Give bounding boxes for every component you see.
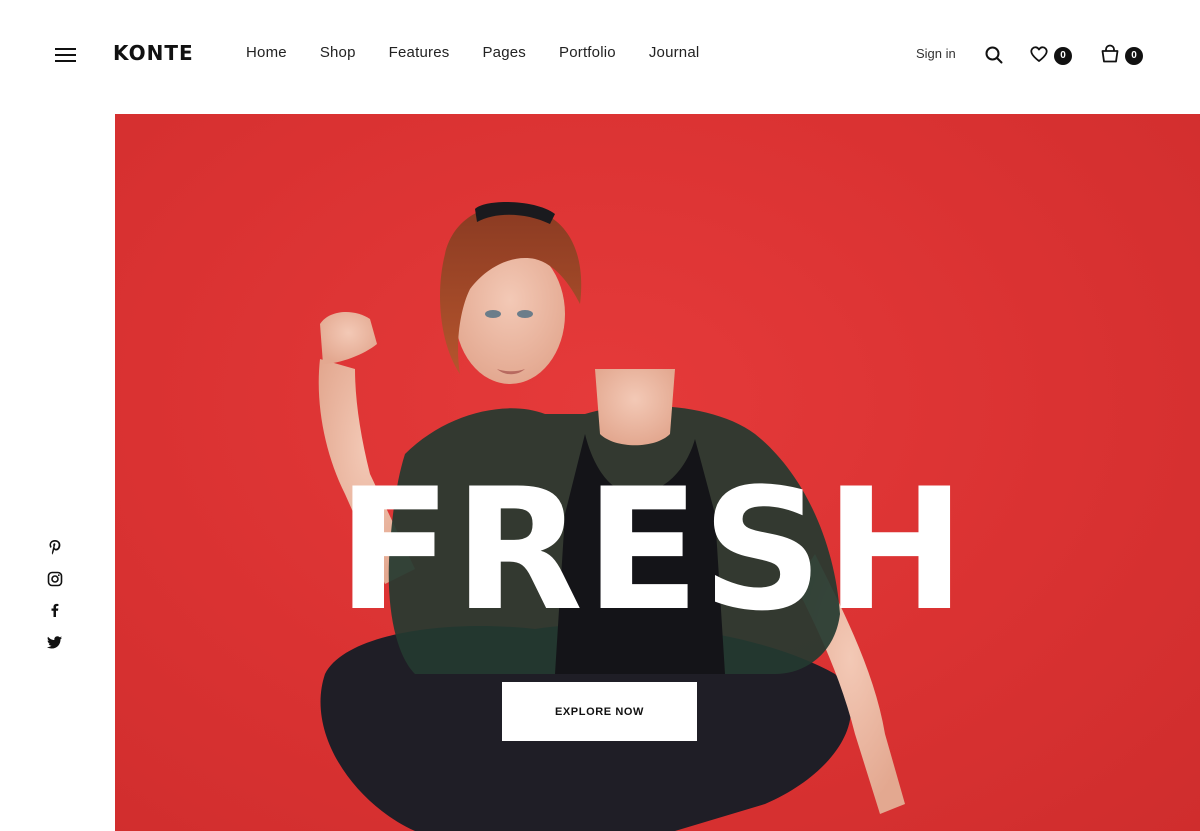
wishlist-count-badge: 0 — [1054, 47, 1072, 65]
hero-banner: FRESH EXPLORE NOW — [115, 114, 1200, 831]
explore-now-button[interactable]: EXPLORE NOW — [502, 682, 697, 741]
nav-item-home[interactable]: Home — [246, 44, 287, 61]
main-nav: Home Shop Features Pages Portfolio Journ… — [246, 44, 732, 61]
search-icon[interactable] — [984, 45, 1004, 65]
nav-item-portfolio[interactable]: Portfolio — [559, 44, 616, 61]
wishlist-button[interactable]: 0 — [1029, 44, 1077, 66]
pinterest-icon[interactable] — [46, 538, 64, 556]
nav-item-features[interactable]: Features — [389, 44, 450, 61]
site-header: KONTE Home Shop Features Pages Portfolio… — [0, 0, 1200, 110]
hero-headline: FRESH — [337, 452, 968, 648]
sign-in-link[interactable]: Sign in — [916, 46, 956, 61]
nav-item-pages[interactable]: Pages — [482, 44, 526, 61]
site-logo[interactable]: KONTE — [113, 41, 194, 65]
shopping-bag-icon — [1101, 44, 1119, 63]
social-links — [46, 538, 66, 664]
nav-item-shop[interactable]: Shop — [320, 44, 356, 61]
twitter-icon[interactable] — [46, 633, 64, 651]
cart-count-badge: 0 — [1125, 47, 1143, 65]
cart-button[interactable]: 0 — [1100, 44, 1148, 66]
nav-item-journal[interactable]: Journal — [649, 44, 700, 61]
menu-icon[interactable] — [55, 47, 76, 63]
heart-icon — [1030, 46, 1048, 62]
instagram-icon[interactable] — [46, 570, 64, 588]
facebook-icon[interactable] — [46, 601, 64, 619]
